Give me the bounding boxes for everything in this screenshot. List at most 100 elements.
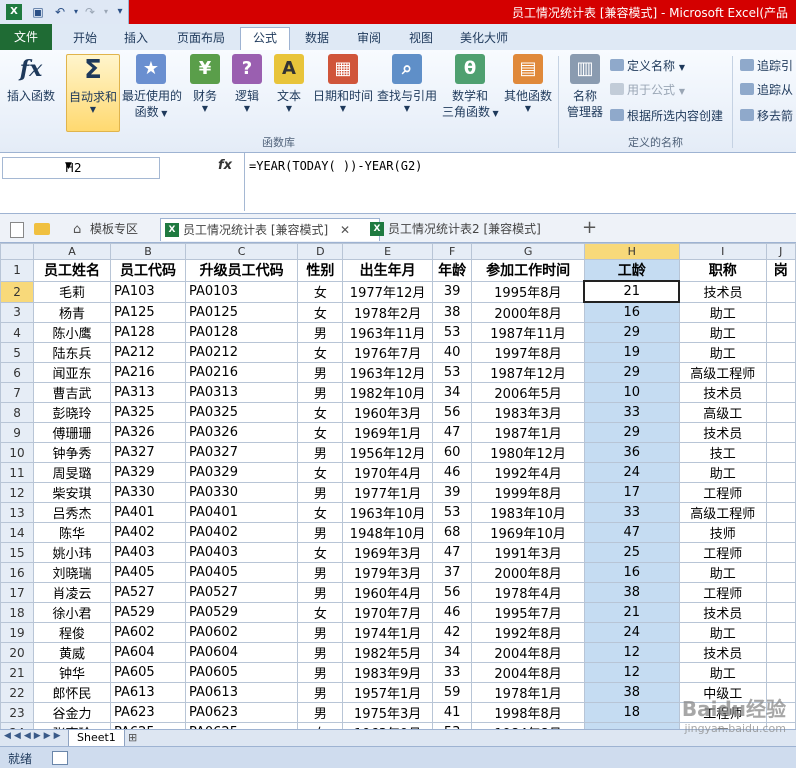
cell[interactable]: 钟华 bbox=[33, 662, 111, 683]
select-all-corner[interactable] bbox=[0, 243, 35, 260]
cell[interactable]: PA0402 bbox=[184, 522, 299, 543]
cell[interactable]: 34 bbox=[431, 382, 473, 403]
row-header[interactable]: 16 bbox=[0, 562, 35, 583]
cell[interactable] bbox=[765, 382, 796, 403]
insert-function-button[interactable]: fx 插入函数 bbox=[4, 54, 58, 104]
worksheet-table[interactable]: A B C D E F G H I J 1 员工姓名 员工代码 升级员工代码 性别 出生年月 年龄 参加工作时间工… bbox=[0, 243, 796, 729]
cell[interactable]: 男 bbox=[297, 702, 344, 723]
cell[interactable]: PA103 bbox=[109, 280, 186, 303]
cell[interactable]: PA0327 bbox=[184, 442, 299, 463]
cell-seniority[interactable]: 29 bbox=[583, 322, 680, 343]
text-button[interactable]: A 文本 ▼ bbox=[272, 54, 306, 114]
cell[interactable]: 傅珊珊 bbox=[33, 422, 111, 443]
cell[interactable]: 34 bbox=[431, 642, 473, 663]
cell[interactable]: 1987年1月 bbox=[471, 422, 585, 443]
tab-formulas[interactable]: 公式 bbox=[240, 27, 290, 51]
cell[interactable]: 1977年1月 bbox=[342, 482, 433, 503]
cell[interactable]: PA403 bbox=[109, 542, 186, 563]
cell[interactable]: 1983年9月 bbox=[342, 662, 433, 683]
cell[interactable]: 郎怀民 bbox=[33, 682, 111, 703]
cell-header[interactable]: 年龄 bbox=[431, 259, 473, 282]
cell[interactable]: 53 bbox=[431, 502, 473, 523]
cell[interactable]: 男 bbox=[297, 582, 344, 603]
cell[interactable]: PA0604 bbox=[184, 642, 299, 663]
cell[interactable] bbox=[765, 582, 796, 603]
cell[interactable]: 1992年8月 bbox=[471, 622, 585, 643]
cell-seniority[interactable]: 38 bbox=[583, 682, 680, 703]
cell-seniority[interactable]: 33 bbox=[583, 402, 680, 423]
cell[interactable]: 1987年12月 bbox=[471, 362, 585, 383]
cell[interactable]: PA0623 bbox=[184, 702, 299, 723]
cell[interactable]: 1969年3月 bbox=[342, 542, 433, 563]
cell[interactable]: 68 bbox=[431, 522, 473, 543]
cell-seniority[interactable]: 10 bbox=[583, 382, 680, 403]
cell[interactable]: PA0330 bbox=[184, 482, 299, 503]
cell[interactable]: 53 bbox=[431, 322, 473, 343]
cell[interactable]: 助工 bbox=[678, 562, 767, 583]
cell[interactable]: 1997年8月 bbox=[471, 342, 585, 363]
cell-seniority[interactable]: 17 bbox=[583, 482, 680, 503]
cell-header[interactable]: 参加工作时间 bbox=[471, 259, 585, 282]
cell-seniority[interactable]: 29 bbox=[583, 362, 680, 383]
row-header[interactable]: 18 bbox=[0, 602, 35, 623]
cell[interactable]: PA216 bbox=[109, 362, 186, 383]
column-header-b[interactable]: B bbox=[109, 243, 186, 260]
tab-insert[interactable]: 插入 bbox=[114, 28, 158, 48]
column-header-i[interactable]: I bbox=[678, 243, 767, 260]
cell[interactable]: 59 bbox=[431, 682, 473, 703]
cell[interactable]: PA613 bbox=[109, 682, 186, 703]
cell[interactable]: 周旻璐 bbox=[33, 462, 111, 483]
lookup-reference-button[interactable]: ⌕ 查找与引用 ▼ bbox=[376, 54, 438, 114]
cell[interactable]: PA0125 bbox=[184, 301, 299, 323]
cell[interactable]: 1999年8月 bbox=[471, 482, 585, 503]
cell[interactable]: PA0403 bbox=[184, 542, 299, 563]
financial-button[interactable]: ¥ 财务 ▼ bbox=[188, 54, 222, 114]
cell[interactable]: 46 bbox=[431, 602, 473, 623]
more-functions-button[interactable]: ▤ 其他函数 ▼ bbox=[502, 54, 554, 114]
logical-button[interactable]: ? 逻辑 ▼ bbox=[230, 54, 264, 114]
cell[interactable]: 吕秀杰 bbox=[33, 502, 111, 523]
undo-icon[interactable]: ↶ bbox=[52, 4, 68, 20]
cell[interactable]: PA212 bbox=[109, 342, 186, 363]
cell[interactable]: 助工 bbox=[678, 462, 767, 483]
cell[interactable] bbox=[765, 462, 796, 483]
cell[interactable]: 37 bbox=[431, 562, 473, 583]
cell[interactable]: 技术员 bbox=[678, 280, 767, 303]
cell[interactable]: PA623 bbox=[109, 702, 186, 723]
cell[interactable] bbox=[765, 542, 796, 563]
cell[interactable]: 陈小鹰 bbox=[33, 322, 111, 343]
cell[interactable]: 1970年7月 bbox=[342, 602, 433, 623]
folder-icon[interactable] bbox=[34, 223, 50, 235]
cell[interactable]: 40 bbox=[431, 342, 473, 363]
cell-seniority[interactable]: 24 bbox=[583, 622, 680, 643]
cell[interactable]: 钟争秀 bbox=[33, 442, 111, 463]
trace-precedents-button[interactable]: 追踪引 bbox=[740, 58, 793, 74]
cell[interactable]: 1991年3月 bbox=[471, 542, 585, 563]
cell-seniority[interactable]: 33 bbox=[583, 502, 680, 523]
insert-function-fx-icon[interactable]: fx bbox=[218, 158, 232, 173]
row-header[interactable]: 10 bbox=[0, 442, 35, 463]
tab-home[interactable]: 开始 bbox=[62, 28, 108, 48]
row-header[interactable]: 21 bbox=[0, 662, 35, 683]
cell[interactable]: 高级工程师 bbox=[678, 502, 767, 523]
cell-header[interactable]: 升级员工代码 bbox=[184, 259, 299, 282]
cell[interactable]: PA0325 bbox=[184, 402, 299, 423]
cell[interactable]: 工程师 bbox=[678, 482, 767, 503]
cell[interactable]: PA0602 bbox=[184, 622, 299, 643]
cell[interactable]: 1978年4月 bbox=[471, 582, 585, 603]
cell-seniority[interactable]: 24 bbox=[583, 462, 680, 483]
cell[interactable]: 1978年2月 bbox=[342, 301, 433, 323]
cell-seniority[interactable]: 19 bbox=[583, 342, 680, 363]
column-header-d[interactable]: D bbox=[297, 243, 344, 260]
cell[interactable]: 男 bbox=[297, 482, 344, 503]
row-header[interactable]: 22 bbox=[0, 682, 35, 703]
cell[interactable]: PA0613 bbox=[184, 682, 299, 703]
date-time-button[interactable]: ▦ 日期和时间 ▼ bbox=[312, 54, 374, 114]
cell[interactable] bbox=[765, 622, 796, 643]
cell[interactable]: PA527 bbox=[109, 582, 186, 603]
cell[interactable]: 肖凌云 bbox=[33, 582, 111, 603]
tab-data[interactable]: 数据 bbox=[296, 28, 338, 48]
cell[interactable]: 47 bbox=[431, 542, 473, 563]
cell[interactable]: 60 bbox=[431, 442, 473, 463]
row-header[interactable]: 7 bbox=[0, 382, 35, 403]
